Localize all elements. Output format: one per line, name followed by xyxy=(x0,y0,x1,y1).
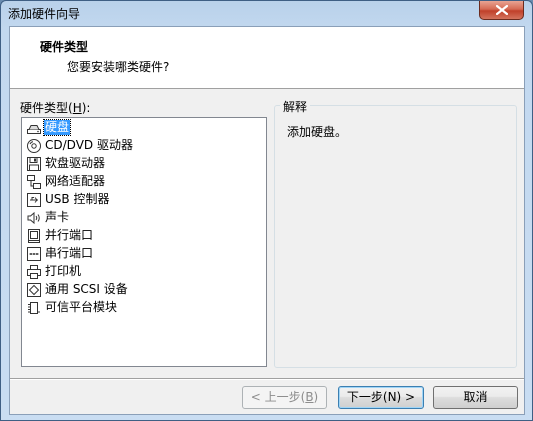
list-item-sound-card[interactable]: 声卡 xyxy=(26,209,70,226)
description-group xyxy=(274,105,517,368)
hard-disk-icon xyxy=(26,120,42,136)
list-item-parallel-port[interactable]: 并行端口 xyxy=(26,227,94,244)
header-title: 硬件类型 xyxy=(40,40,89,54)
list-item-printer[interactable]: 打印机 xyxy=(26,263,82,280)
network-adapter-icon xyxy=(26,174,42,190)
list-item-tpm[interactable]: 可信平台模块 xyxy=(26,299,118,316)
list-item-network-adapter[interactable]: 网络适配器 xyxy=(26,173,106,190)
wizard-client-area: 硬件类型 您要安装哪类硬件? 硬件类型(H): 硬盘 CD/DVD 驱动器 软盘… xyxy=(9,26,525,415)
description-legend: 解释 xyxy=(280,98,311,115)
list-item-cd-dvd[interactable]: CD/DVD 驱动器 xyxy=(26,137,134,154)
close-icon xyxy=(496,5,508,15)
list-item-hard-disk[interactable]: 硬盘 xyxy=(26,119,72,136)
wizard-window: 添加硬件向导 硬件类型 您要安装哪类硬件? 硬件类型(H): 硬盘 CD/DVD… xyxy=(0,0,533,421)
list-item-generic-scsi[interactable]: 通用 SCSI 设备 xyxy=(26,281,129,298)
next-button[interactable]: 下一步(N) > xyxy=(338,386,424,409)
tpm-icon xyxy=(26,300,42,316)
cd-dvd-icon xyxy=(26,138,42,154)
printer-icon xyxy=(26,264,42,280)
serial-port-icon xyxy=(26,246,42,262)
floppy-icon xyxy=(26,156,42,172)
list-item-usb-controller[interactable]: USB 控制器 xyxy=(26,191,110,208)
scsi-icon xyxy=(26,282,42,298)
list-item-serial-port[interactable]: 串行端口 xyxy=(26,245,94,262)
back-button[interactable]: < 上一步(B) xyxy=(242,386,327,409)
description-text: 添加硬盘。 xyxy=(287,125,348,139)
hardware-type-list[interactable]: 硬盘 CD/DVD 驱动器 软盘驱动器 网络适配器 USB 控制器 声卡 并行端… xyxy=(21,117,267,367)
speaker-icon xyxy=(26,210,42,226)
cancel-button[interactable]: 取消 xyxy=(433,386,518,409)
usb-icon xyxy=(26,192,42,208)
wizard-header: 硬件类型 您要安装哪类硬件? xyxy=(10,27,524,89)
close-button[interactable] xyxy=(479,1,524,20)
button-separator xyxy=(10,378,524,380)
list-item-floppy[interactable]: 软盘驱动器 xyxy=(26,155,106,172)
header-subtitle: 您要安装哪类硬件? xyxy=(67,60,170,74)
window-title: 添加硬件向导 xyxy=(8,7,81,21)
title-bar[interactable]: 添加硬件向导 xyxy=(1,1,532,25)
hardware-type-label: 硬件类型(H): xyxy=(20,101,91,115)
parallel-port-icon xyxy=(26,228,42,244)
